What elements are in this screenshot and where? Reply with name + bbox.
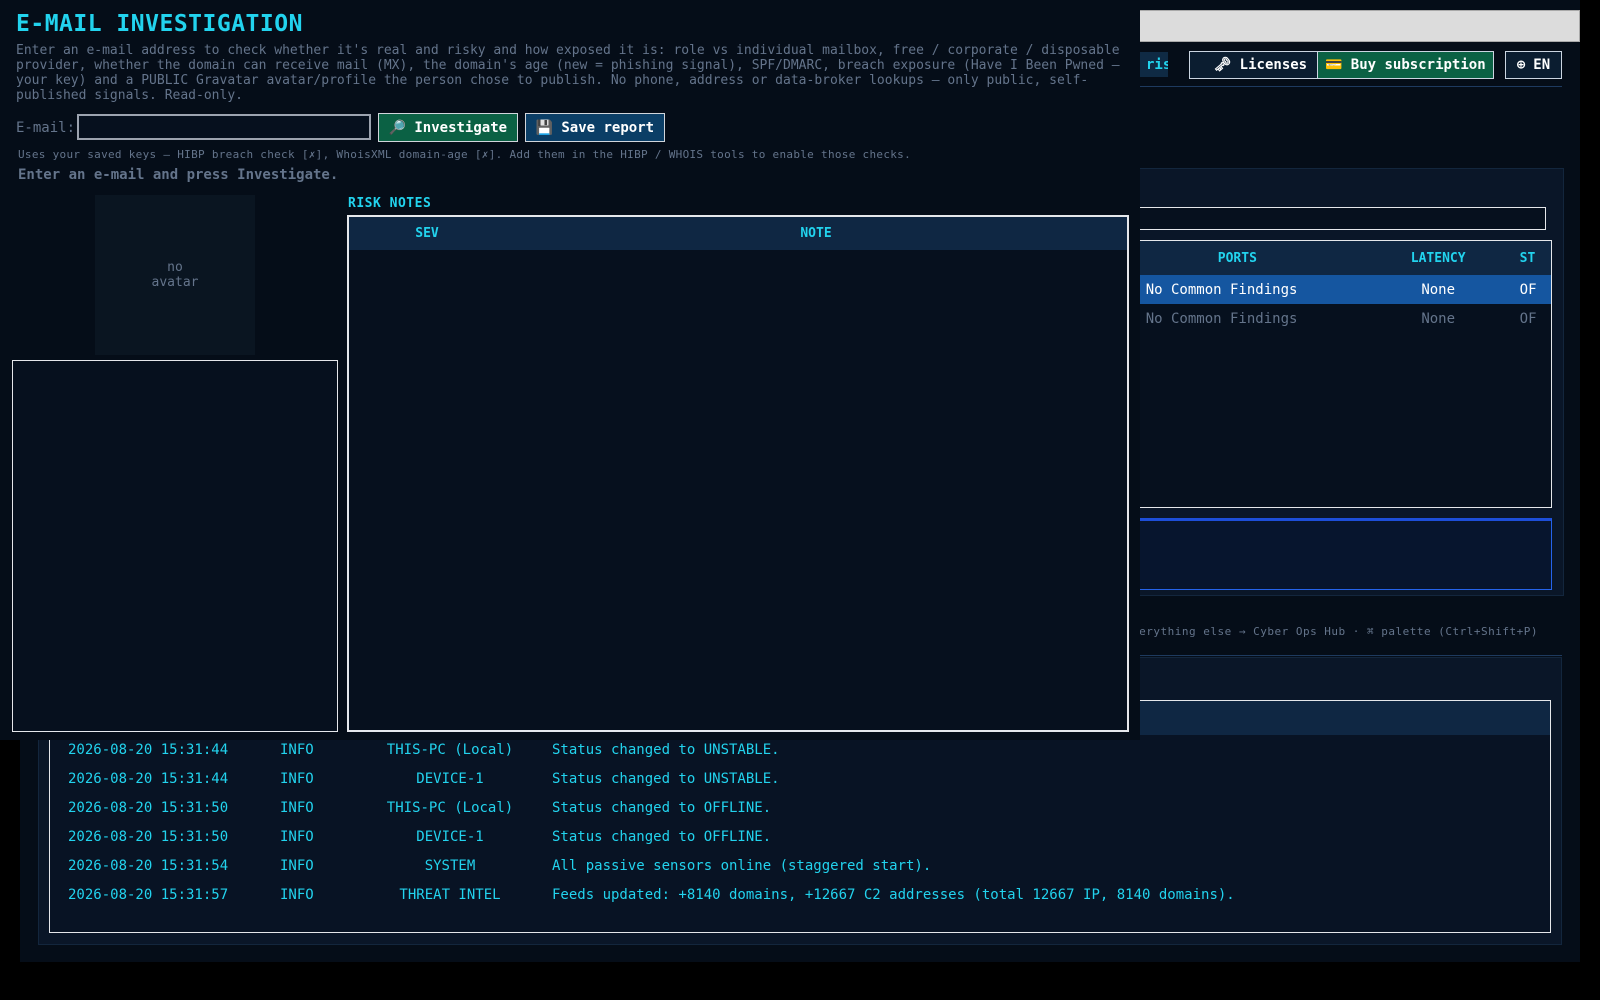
header-divider [1110, 86, 1562, 87]
globe-icon: ⊕ [1516, 57, 1526, 73]
save-report-button[interactable]: 💾 Save report [525, 113, 665, 142]
timestamp-cell: 2026-08-20 15:31:44 [68, 741, 229, 758]
latency-cell: None [1421, 281, 1456, 298]
message-cell: Status changed to UNSTABLE. [552, 741, 780, 758]
table-row[interactable]: 2026-08-20 15:31:54 INFO SYSTEM All pass… [50, 851, 1550, 880]
table-row[interactable]: 2026-08-20 15:31:44 INFO DEVICE-1 Status… [50, 764, 1550, 793]
timestamp-cell: 2026-08-20 15:31:54 [68, 857, 229, 874]
column-latency[interactable]: LATENCY [1365, 251, 1512, 266]
level-cell: INFO [280, 828, 314, 845]
card-icon: 💳 [1325, 57, 1343, 73]
message-cell: All passive sensors online (staggered st… [552, 857, 932, 874]
risk-notes-label: RISK NOTES [348, 196, 432, 211]
api-keys-note: Uses your saved keys — HIBP breach check… [18, 148, 912, 161]
devices-table-header: PORTS LATENCY ST [1110, 241, 1551, 275]
email-input[interactable] [77, 114, 371, 140]
source-cell: THIS-PC (Local) [386, 741, 514, 758]
message-cell: Status changed to OFFLINE. [552, 828, 772, 845]
level-cell: INFO [280, 741, 314, 758]
buy-subscription-label: Buy subscription [1350, 57, 1486, 73]
avatar-placeholder-line1: no [167, 260, 183, 275]
page-title: E-MAIL INVESTIGATION [16, 11, 303, 37]
source-cell: DEVICE-1 [416, 828, 484, 845]
footer-hint: verything else → Cyber Ops Hub · ⌘ palet… [1132, 625, 1538, 638]
message-cell: Status changed to UNSTABLE. [552, 770, 780, 787]
avatar: no avatar [95, 195, 255, 355]
level-cell: INFO [280, 886, 314, 903]
message-cell: Status changed to OFFLINE. [552, 799, 772, 816]
tool-description: Enter an e-mail address to check whether… [16, 43, 1120, 103]
timestamp-cell: 2026-08-20 15:31:50 [68, 828, 229, 845]
source-cell: SYSTEM [424, 857, 476, 874]
status-cell: OF [1519, 310, 1537, 327]
floppy-icon: 💾 [535, 119, 554, 136]
source-cell: THIS-PC (Local) [386, 799, 514, 816]
profile-details-box [12, 360, 338, 732]
message-cell: Feeds updated: +8140 domains, +12667 C2 … [552, 886, 1235, 903]
email-investigation-window: E-MAIL INVESTIGATION Enter an e-mail add… [0, 0, 1140, 740]
level-cell: INFO [280, 799, 314, 816]
level-cell: INFO [280, 770, 314, 787]
language-button[interactable]: ⊕ EN [1505, 51, 1562, 79]
latency-cell: None [1421, 310, 1456, 327]
email-label: E-mail: [16, 120, 76, 136]
source-cell: DEVICE-1 [416, 770, 484, 787]
ports-cell: E / No Common Findings [1112, 310, 1298, 327]
footer-divider [1110, 655, 1562, 656]
timestamp-cell: 2026-08-20 15:31:57 [68, 886, 229, 903]
column-note[interactable]: NOTE [505, 226, 1127, 241]
key-icon: 🗝 [1213, 57, 1232, 73]
timestamp-cell: 2026-08-20 15:31:44 [68, 770, 229, 787]
investigate-button[interactable]: 🔎 Investigate [378, 113, 518, 142]
risk-notes-table: SEV NOTE [347, 215, 1129, 732]
column-sev[interactable]: SEV [349, 226, 505, 241]
level-cell: INFO [280, 857, 314, 874]
table-row[interactable]: E / No Common Findings None OF [1110, 304, 1551, 333]
status-message: Enter an e-mail and press Investigate. [18, 167, 339, 183]
source-cell: THREAT INTEL [399, 886, 501, 903]
licenses-label: Licenses [1239, 57, 1308, 73]
table-row[interactable]: E / No Common Findings None OF [1110, 275, 1551, 304]
enterprise-tab-label: rise [1146, 56, 1168, 73]
timestamp-cell: 2026-08-20 15:31:50 [68, 799, 229, 816]
save-report-label: Save report [561, 119, 655, 136]
language-label: EN [1533, 57, 1551, 73]
details-pane [1110, 518, 1552, 590]
table-row[interactable]: 2026-08-20 15:31:50 INFO THIS-PC (Local)… [50, 793, 1550, 822]
ports-cell: E / No Common Findings [1112, 281, 1298, 298]
column-status[interactable]: ST [1512, 251, 1551, 266]
investigate-label: Investigate [414, 119, 508, 136]
devices-table: PORTS LATENCY ST E / No Common Findings … [1110, 240, 1552, 508]
table-row[interactable]: 2026-08-20 15:31:50 INFO DEVICE-1 Status… [50, 822, 1550, 851]
table-row[interactable]: 2026-08-20 15:31:57 INFO THREAT INTEL Fe… [50, 880, 1550, 909]
licenses-button[interactable]: 🗝 Licenses [1189, 51, 1332, 79]
status-cell: OF [1519, 281, 1537, 298]
devices-filter-input[interactable] [1110, 207, 1546, 230]
column-ports[interactable]: PORTS [1110, 251, 1365, 266]
background-search-bar[interactable] [1100, 10, 1580, 42]
risk-notes-header: SEV NOTE [349, 217, 1127, 250]
avatar-placeholder-line2: avatar [151, 275, 199, 290]
buy-subscription-button[interactable]: 💳 Buy subscription [1317, 51, 1494, 79]
magnifier-icon: 🔎 [388, 119, 407, 136]
